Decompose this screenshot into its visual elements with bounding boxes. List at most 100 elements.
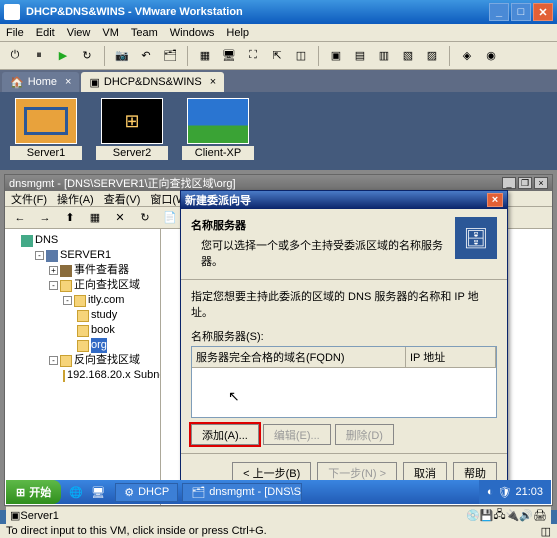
dns-icon [21,235,33,247]
dns-menu-view[interactable]: 查看(V) [104,191,141,207]
nameservers-list[interactable]: 服务器完全合格的域名(FQDN) IP 地址 [191,346,497,418]
unity-button[interactable]: ◫ [290,45,312,67]
dns-menu-file[interactable]: 文件(F) [11,191,47,207]
tree-server[interactable]: -SERVER1 [35,248,158,263]
dialog-titlebar[interactable]: 新建委派向导 × [181,191,507,209]
show-summary-button[interactable]: ▦ [194,45,216,67]
thumb-label: Server1 [10,146,82,160]
device-printer-icon[interactable]: 🖨 [533,509,547,522]
status-vm-icon: ▣ [10,509,20,522]
tree-eventlog[interactable]: +事件查看器 [49,263,158,278]
tb-f-button[interactable]: ◈ [456,45,478,67]
vm-thumb-clientxp[interactable]: Client-XP [178,98,258,164]
menu-edit[interactable]: Edit [36,27,55,39]
tree-dns-root[interactable]: DNS [21,233,158,248]
guest-taskbar: ⊞ 开始 🌐 🖥 ⚙DHCP 🗂dnsmgmt - [DNS\SERV... ◐… [6,480,551,504]
collapse-icon[interactable]: - [63,296,72,305]
menu-file[interactable]: File [6,27,24,39]
pause-button[interactable]: ⏸ [28,45,50,67]
back-button[interactable]: ← [9,207,31,229]
refresh-button[interactable]: ↻ [134,207,156,229]
delete-button[interactable]: ✕ [109,207,131,229]
nameservers-label: 名称服务器(S): [191,328,497,344]
collapse-icon[interactable]: - [49,356,58,365]
task-dhcp[interactable]: ⚙DHCP [115,483,178,502]
tree-study[interactable]: study [77,308,158,323]
dns-menu-action[interactable]: 操作(A) [57,191,94,207]
folder-icon [77,310,89,322]
dialog-title: 新建委派向导 [185,192,251,208]
close-button[interactable]: × [534,177,548,189]
manage-snapshot-button[interactable]: 🗂 [159,45,181,67]
restore-button[interactable]: ❐ [518,177,532,189]
dialog-instruction: 指定您想要主持此委派的区域的 DNS 服务器的名称和 IP 地址。 [191,288,497,320]
task-dnsmgmt[interactable]: 🗂dnsmgmt - [DNS\SERV... [182,483,302,502]
thumb-label: Server2 [96,146,168,160]
menu-team[interactable]: Team [131,27,158,39]
tb-b-button[interactable]: ▤ [349,45,371,67]
minimize-button[interactable]: _ [502,177,516,189]
maximize-button[interactable]: □ [511,3,531,21]
tab-home[interactable]: 🏠 Home × [2,72,79,92]
vmware-tabbar: 🏠 Home × ▣ DHCP&DNS&WINS × [0,70,557,92]
tree-book[interactable]: book [77,323,158,338]
device-cd-icon[interactable]: 💿 [466,509,480,522]
device-net-icon[interactable]: 🖧 [493,506,505,525]
tree-zone-itly[interactable]: -itly.com [63,293,158,308]
collapse-icon[interactable]: - [49,281,58,290]
quick-switch-button[interactable]: ⇱ [266,45,288,67]
tb-d-button[interactable]: ▧ [397,45,419,67]
dialog-heading: 名称服务器 [191,217,447,233]
col-fqdn[interactable]: 服务器完全合格的域名(FQDN) [192,347,406,367]
play-button[interactable]: ▶ [52,45,74,67]
show-console-button[interactable]: 🖥 [218,45,240,67]
dialog-close-button[interactable]: × [487,193,503,207]
fullscreen-button[interactable]: ⛶ [242,45,264,67]
add-button[interactable]: 添加(A)... [191,424,259,445]
tray-icon[interactable]: 🛡 [498,486,512,499]
tray-icon[interactable]: ◐ [487,486,494,498]
menu-vm[interactable]: VM [102,27,119,39]
quicklaunch-ie-icon[interactable]: 🌐 [65,481,87,503]
export-button[interactable]: 📄 [159,207,181,229]
tab-close-icon[interactable]: × [210,76,216,88]
menu-help[interactable]: Help [226,27,249,39]
menu-view[interactable]: View [67,27,91,39]
collapse-icon[interactable]: - [35,251,44,260]
vmware-toolbar: ⏻ ⏸ ▶ ↻ 📷 ↶ 🗂 ▦ 🖥 ⛶ ⇱ ◫ ▣ ▤ ▥ ▧ ▨ ◈ ◉ [0,42,557,70]
tree-org[interactable]: org [77,338,158,353]
dns-tree[interactable]: DNS -SERVER1 +事件查看器 -正向查找区域 -itly.com [5,229,161,505]
vm-thumb-server1[interactable]: Server1 [6,98,86,164]
fwd-button[interactable]: → [34,207,56,229]
close-button[interactable]: ✕ [533,3,553,21]
home-icon: 🏠 [10,76,24,89]
minimize-button[interactable]: _ [489,3,509,21]
tree-fwdzone[interactable]: -正向查找区域 [49,278,158,293]
vmware-menubar: File Edit View VM Team Windows Help [0,24,557,42]
start-button[interactable]: ⊞ 开始 [6,480,61,504]
up-button[interactable]: ⬆ [59,207,81,229]
revert-button[interactable]: ↶ [135,45,157,67]
tab-close-icon[interactable]: × [65,76,71,88]
vm-thumb-server2[interactable]: ⊞ Server2 [92,98,172,164]
clock: 21:03 [515,486,543,498]
tb-c-button[interactable]: ▥ [373,45,395,67]
power-off-button[interactable]: ⏻ [4,45,26,67]
system-tray[interactable]: ◐ 🛡 21:03 [479,480,551,504]
snapshot-button[interactable]: 📷 [111,45,133,67]
expand-icon[interactable]: + [49,266,58,275]
tb-a-button[interactable]: ▣ [325,45,347,67]
menu-windows[interactable]: Windows [170,27,215,39]
tb-g-button[interactable]: ◉ [480,45,502,67]
device-floppy-icon[interactable]: 💾 [480,509,494,522]
tree-revzone[interactable]: -反向查找区域 [49,353,158,368]
tree-subnet[interactable]: 192.168.20.x Subnet [63,368,158,383]
tab-dhcpdnswins[interactable]: ▣ DHCP&DNS&WINS × [81,72,224,92]
col-ip[interactable]: IP 地址 [406,347,496,367]
device-usb-icon[interactable]: 🔌 [506,509,520,522]
tb-e-button[interactable]: ▨ [421,45,443,67]
device-sound-icon[interactable]: 🔊 [519,509,533,522]
show-hide-button[interactable]: ▦ [84,207,106,229]
reset-button[interactable]: ↻ [76,45,98,67]
quicklaunch-desktop-icon[interactable]: 🖥 [87,481,109,503]
